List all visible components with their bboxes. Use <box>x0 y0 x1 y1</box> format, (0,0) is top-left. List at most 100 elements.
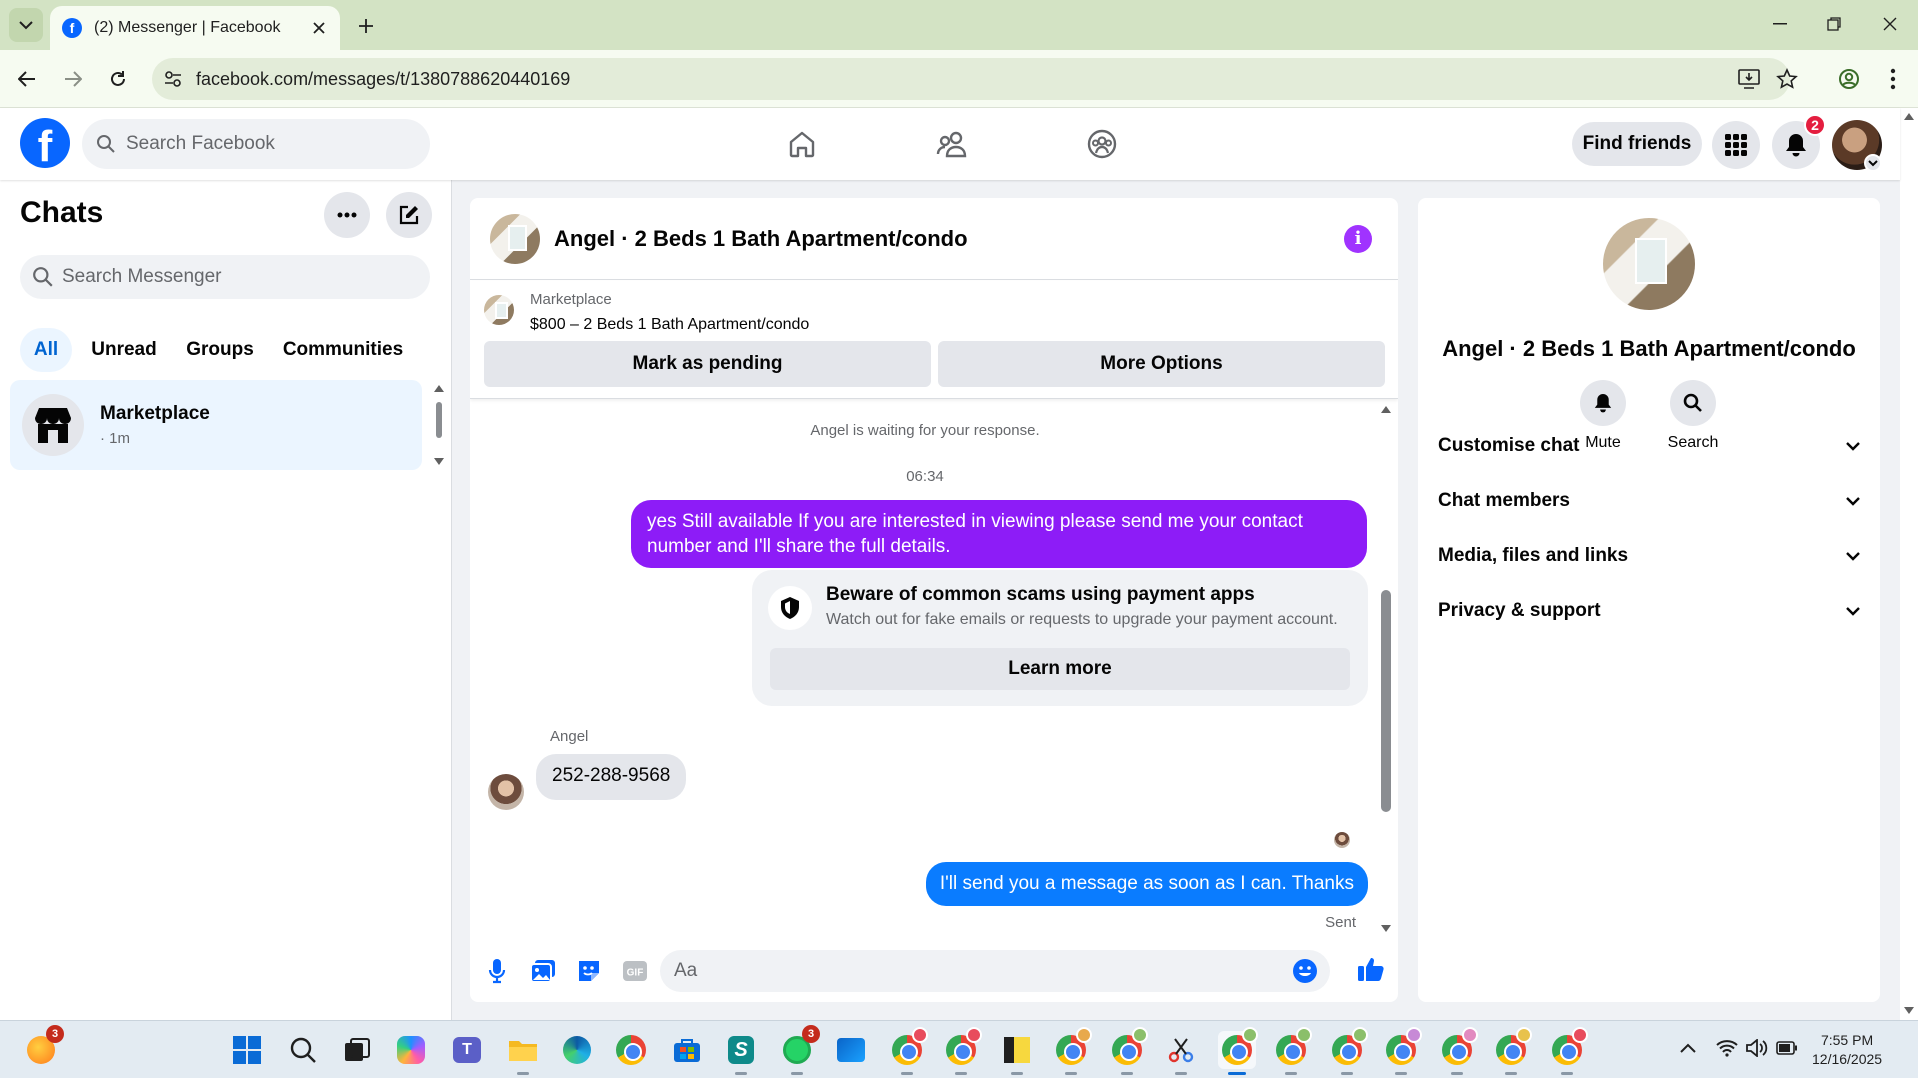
back-button[interactable] <box>10 62 44 96</box>
find-friends-button[interactable]: Find friends <box>1572 122 1702 166</box>
battery-icon[interactable] <box>1776 1041 1798 1055</box>
profile-icon[interactable] <box>1838 68 1860 90</box>
address-bar[interactable]: facebook.com/messages/t/1380788620440169 <box>152 58 1798 100</box>
chrome-active-app[interactable] <box>1218 1027 1258 1075</box>
account-chevron-icon[interactable] <box>1864 154 1882 172</box>
incoming-message[interactable]: 252-288-9568 <box>536 754 687 800</box>
messenger-search-input[interactable] <box>62 266 402 288</box>
whatsapp-app[interactable]: 3 <box>778 1025 820 1075</box>
bookmark-star-icon[interactable] <box>1776 68 1798 90</box>
emoji-icon[interactable] <box>1292 958 1318 984</box>
privacy-support-row[interactable]: Privacy & support <box>1438 587 1860 635</box>
install-app-icon[interactable] <box>1738 69 1760 89</box>
new-tab-button[interactable] <box>352 12 380 40</box>
tab-search-button[interactable] <box>9 8 43 42</box>
sidebar-scrollbar[interactable] <box>432 382 446 468</box>
sender-avatar[interactable] <box>488 774 524 810</box>
taskbar-weather-widget[interactable]: 3 <box>22 1025 64 1069</box>
copilot-app[interactable] <box>392 1031 430 1069</box>
restore-button[interactable] <box>1806 6 1862 42</box>
script-app[interactable]: S <box>722 1031 760 1075</box>
chrome-profile-app[interactable] <box>1108 1027 1148 1075</box>
browser-toolbar: facebook.com/messages/t/1380788620440169 <box>0 50 1918 108</box>
filter-communities-tab[interactable]: Communities <box>276 328 410 372</box>
chrome-profile-app[interactable] <box>1492 1027 1532 1075</box>
close-tab-icon[interactable] <box>306 15 332 41</box>
listing-thumbnail[interactable] <box>484 295 514 325</box>
outgoing-message[interactable]: yes Still available If you are intereste… <box>631 500 1367 568</box>
chevron-up-icon[interactable] <box>1680 1043 1696 1053</box>
outgoing-message[interactable]: I'll send you a message as soon as I can… <box>925 862 1368 906</box>
task-view-button[interactable] <box>338 1031 376 1069</box>
chrome-profile-app[interactable] <box>942 1027 982 1075</box>
new-message-button[interactable] <box>386 192 432 238</box>
listing-title[interactable]: $800 – 2 Beds 1 Bath Apartment/condo <box>530 316 809 334</box>
facebook-logo[interactable]: f <box>20 118 70 168</box>
chat-options-button[interactable] <box>324 192 370 238</box>
taskbar-search[interactable] <box>284 1031 322 1069</box>
photo-attach-icon[interactable] <box>528 956 558 986</box>
like-thumbs-up-icon[interactable] <box>1356 954 1386 984</box>
page-scrollbar[interactable] <box>1900 108 1918 1020</box>
chrome-profile-app[interactable] <box>1438 1027 1478 1075</box>
messenger-search[interactable] <box>20 255 430 299</box>
thread-scrollbar[interactable] <box>1378 402 1394 938</box>
message-input[interactable] <box>660 950 1330 992</box>
close-window-button[interactable] <box>1862 6 1918 42</box>
chrome-profile-app[interactable] <box>1052 1027 1092 1075</box>
file-explorer-app[interactable] <box>504 1031 542 1075</box>
listing-avatar[interactable] <box>490 213 540 264</box>
groups-nav[interactable] <box>1080 122 1124 166</box>
sticky-notes-app[interactable] <box>998 1031 1036 1075</box>
more-options-button[interactable]: More Options <box>938 341 1385 387</box>
microsoft-store-app[interactable] <box>668 1031 706 1069</box>
facebook-search[interactable] <box>82 119 430 169</box>
customise-chat-row[interactable]: Customise chat <box>1438 422 1860 470</box>
chrome-profile-app[interactable] <box>1548 1027 1588 1075</box>
teams-app[interactable]: T <box>448 1031 486 1069</box>
scrollbar-thumb[interactable] <box>1381 590 1391 812</box>
conversation-list-item[interactable]: Marketplace · 1m <box>10 380 422 470</box>
system-clock[interactable]: 7:55 PM 12/16/2025 <box>1812 1031 1882 1069</box>
message-text-field[interactable] <box>674 960 1254 982</box>
mark-as-pending-button[interactable]: Mark as pending <box>484 341 931 387</box>
snipping-tool-app[interactable] <box>1162 1031 1200 1075</box>
start-button[interactable] <box>228 1031 266 1069</box>
browser-menu-icon[interactable] <box>1890 68 1896 90</box>
sender-name: Angel <box>550 728 589 745</box>
menu-button[interactable] <box>1712 121 1760 169</box>
chrome-profile-app[interactable] <box>1382 1027 1422 1075</box>
wifi-icon[interactable] <box>1716 1039 1738 1057</box>
chrome-app[interactable] <box>612 1031 650 1069</box>
filter-unread-tab[interactable]: Unread <box>84 328 164 372</box>
facebook-search-input[interactable] <box>126 133 406 155</box>
edge-app[interactable] <box>558 1031 596 1069</box>
store-icon <box>674 1039 700 1062</box>
volume-icon[interactable] <box>1746 1039 1768 1057</box>
listing-large-avatar[interactable] <box>1603 218 1695 310</box>
chrome-profile-app[interactable] <box>1328 1027 1368 1075</box>
learn-more-button[interactable]: Learn more <box>770 648 1350 690</box>
site-settings-icon[interactable] <box>164 70 182 88</box>
gif-icon[interactable]: GIF <box>620 956 650 986</box>
chat-members-row[interactable]: Chat members <box>1438 477 1860 525</box>
conversation-title[interactable]: Angel · 2 Beds 1 Bath Apartment/condo <box>554 226 1344 252</box>
sticker-icon[interactable] <box>574 956 604 986</box>
friends-nav[interactable] <box>930 122 974 166</box>
browser-tab[interactable]: f (2) Messenger | Facebook <box>50 6 340 50</box>
info-icon[interactable]: i <box>1344 224 1372 253</box>
reload-button[interactable] <box>101 62 135 96</box>
minimize-button[interactable] <box>1752 6 1808 42</box>
filter-all-tab[interactable]: All <box>20 328 72 372</box>
windows-taskbar: 3 T S 3 7:55 PM 12/16/2025 <box>0 1020 1918 1078</box>
microphone-icon[interactable] <box>482 956 512 986</box>
media-files-links-row[interactable]: Media, files and links <box>1438 532 1860 580</box>
chrome-profile-app[interactable] <box>1272 1027 1312 1075</box>
more-dots-icon <box>337 212 357 218</box>
forward-button[interactable] <box>56 62 90 96</box>
filter-groups-tab[interactable]: Groups <box>176 328 264 372</box>
home-nav[interactable] <box>780 122 824 166</box>
groups-icon <box>1087 129 1117 159</box>
chrome-profile-app[interactable] <box>888 1027 928 1075</box>
outlook-app[interactable] <box>832 1031 870 1069</box>
